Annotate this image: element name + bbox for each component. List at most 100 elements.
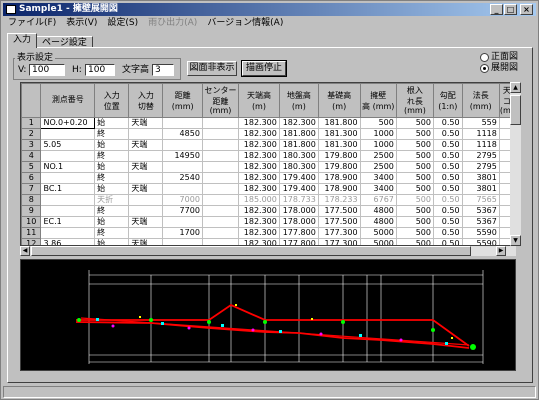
table-cell-station[interactable]: 5.05 — [40, 139, 96, 151]
table-cell-cdist[interactable] — [202, 216, 240, 228]
table-cell-wallh[interactable]: 5000 — [360, 238, 397, 245]
table-cell-wallh[interactable]: 3400 — [360, 172, 397, 184]
table-cell-base[interactable]: 181.800 — [318, 117, 361, 129]
table-cell-pos[interactable]: 天折 — [94, 194, 130, 206]
table-cell-pos[interactable]: 始 — [94, 238, 130, 245]
table-row[interactable]: 8 天折 7000 185.000 178.733 178.233 6767 500 0.50 7… — [21, 194, 515, 206]
table-cell-embed[interactable]: 500 — [396, 205, 434, 217]
stop-drawing-button[interactable]: 描画停止 — [241, 60, 287, 77]
table-cell-cdist[interactable] — [202, 161, 240, 173]
table-cell-ground[interactable]: 182.300 — [279, 117, 319, 129]
table-cell-station[interactable]: NO.0+0.20 — [40, 117, 96, 129]
menu-view[interactable]: 表示(V) — [61, 17, 102, 30]
table-cell-base[interactable]: 179.800 — [318, 150, 361, 162]
table-cell-wallh[interactable]: 1000 — [360, 139, 397, 151]
table-cell-len[interactable]: 7565 — [462, 194, 500, 206]
table-cell-station[interactable] — [40, 150, 96, 162]
table-cell-dist[interactable] — [162, 161, 203, 173]
table-cell-sw[interactable] — [128, 194, 164, 206]
table-cell-embed[interactable]: 500 — [396, 194, 434, 206]
table-cell-sw[interactable]: 天端 — [128, 183, 164, 195]
table-cell-wallh[interactable]: 3400 — [360, 183, 397, 195]
table-cell-dist[interactable] — [162, 183, 203, 195]
grid-horizontal-scrollbar[interactable]: ◀ ▶ — [20, 246, 516, 256]
table-cell-dist[interactable] — [162, 216, 203, 228]
table-cell-slope[interactable]: 0.50 — [433, 183, 463, 195]
table-cell-len[interactable]: 3801 — [462, 183, 500, 195]
table-cell-cdist[interactable] — [202, 227, 240, 239]
table-cell-base[interactable]: 178.900 — [318, 183, 361, 195]
table-cell-embed[interactable]: 500 — [396, 238, 434, 245]
table-cell-wallh[interactable]: 500 — [360, 117, 397, 129]
scroll-thumb[interactable] — [510, 95, 521, 125]
maximize-button[interactable]: □ — [504, 4, 517, 15]
table-cell-pos[interactable]: 始 — [94, 161, 130, 173]
table-cell-cdist[interactable] — [202, 183, 240, 195]
table-cell-base[interactable]: 177.500 — [318, 205, 361, 217]
table-cell-top[interactable]: 182.300 — [238, 128, 280, 140]
table-cell-len[interactable]: 559 — [462, 117, 500, 129]
table-cell-embed[interactable]: 500 — [396, 150, 434, 162]
grid-vertical-scrollbar[interactable]: ▲ ▼ — [510, 82, 521, 246]
table-row[interactable]: 1 NO.0+0.20 始天端 182.300 182.300 181.800 500 500… — [21, 117, 515, 129]
table-cell-top[interactable]: 182.300 — [238, 150, 280, 162]
radio-development-view[interactable]: 展開図 — [480, 63, 518, 73]
table-cell-embed[interactable]: 500 — [396, 172, 434, 184]
table-cell-ground[interactable]: 178.733 — [279, 194, 319, 206]
table-cell-base[interactable]: 177.500 — [318, 216, 361, 228]
table-cell-top[interactable]: 185.000 — [238, 194, 280, 206]
table-cell-embed[interactable]: 500 — [396, 216, 434, 228]
table-cell-dist[interactable] — [162, 238, 203, 245]
drawing-canvas[interactable] — [20, 259, 516, 371]
v-scale-input[interactable]: 100 — [29, 64, 65, 76]
close-button[interactable]: × — [520, 4, 533, 15]
data-grid[interactable]: 測点番号 入力 位置 入力 切替 距離 (mm) センター 距離 (mm) 天端高 (m) 地盤高 (m… — [20, 82, 516, 246]
table-cell-pos[interactable]: 終 — [94, 128, 130, 140]
radio-front-view[interactable]: 正面図 — [480, 52, 518, 62]
table-cell-station[interactable]: BC.1 — [40, 183, 96, 195]
table-cell-top[interactable]: 182.300 — [238, 117, 280, 129]
table-cell-ground[interactable]: 180.300 — [279, 150, 319, 162]
table-cell-pos[interactable]: 終 — [94, 150, 130, 162]
table-cell-station[interactable] — [40, 205, 96, 217]
table-row[interactable]: 7 BC.1 始天端 182.300 179.400 178.900 3400 500 0.50… — [21, 183, 515, 195]
table-cell-dist[interactable]: 4850 — [162, 128, 203, 140]
table-cell-base[interactable]: 177.300 — [318, 238, 361, 245]
table-cell-embed[interactable]: 500 — [396, 139, 434, 151]
scroll-up-icon[interactable]: ▲ — [510, 82, 521, 93]
table-cell-cdist[interactable] — [202, 172, 240, 184]
table-cell-station[interactable]: 3.86 — [40, 238, 96, 245]
table-cell-top[interactable]: 182.300 — [238, 139, 280, 151]
table-cell-pos[interactable]: 終 — [94, 172, 130, 184]
table-cell-cdist[interactable] — [202, 139, 240, 151]
table-cell-slope[interactable]: 0.50 — [433, 117, 463, 129]
table-cell-embed[interactable]: 500 — [396, 227, 434, 239]
scroll-h-thumb[interactable] — [31, 246, 471, 256]
table-cell-len[interactable]: 5590 — [462, 227, 500, 239]
table-cell-dist[interactable]: 7000 — [162, 194, 203, 206]
table-cell-slope[interactable]: 0.50 — [433, 161, 463, 173]
table-cell-station[interactable] — [40, 128, 96, 140]
table-cell-slope[interactable]: 0.50 — [433, 150, 463, 162]
table-cell-slope[interactable]: 0.50 — [433, 139, 463, 151]
table-cell-dist[interactable]: 7700 — [162, 205, 203, 217]
menu-version[interactable]: バージョン情報(A) — [202, 17, 288, 30]
menu-file[interactable]: ファイル(F) — [3, 17, 61, 30]
table-cell-sw[interactable]: 天端 — [128, 117, 164, 129]
table-cell-slope[interactable]: 0.50 — [433, 172, 463, 184]
table-cell-station[interactable] — [40, 227, 96, 239]
table-cell-len[interactable]: 5367 — [462, 205, 500, 217]
table-row[interactable]: 11 終 1700 182.300 177.800 177.300 5000 500 0.50 5… — [21, 227, 515, 239]
table-cell-top[interactable]: 182.300 — [238, 205, 280, 217]
table-row[interactable]: 9 終 7700 182.300 178.000 177.500 4800 500 0.50 53… — [21, 205, 515, 217]
table-cell-wallh[interactable]: 2500 — [360, 161, 397, 173]
table-cell-dist[interactable]: 14950 — [162, 150, 203, 162]
table-cell-slope[interactable]: 0.50 — [433, 128, 463, 140]
table-cell-slope[interactable]: 0.50 — [433, 238, 463, 245]
table-cell-base[interactable]: 181.300 — [318, 139, 361, 151]
table-cell-cdist[interactable] — [202, 128, 240, 140]
table-cell-cdist[interactable] — [202, 194, 240, 206]
table-cell-embed[interactable]: 500 — [396, 128, 434, 140]
table-cell-embed[interactable]: 500 — [396, 161, 434, 173]
table-row[interactable]: 6 終 2540 182.300 179.400 178.900 3400 500 0.50 38… — [21, 172, 515, 184]
